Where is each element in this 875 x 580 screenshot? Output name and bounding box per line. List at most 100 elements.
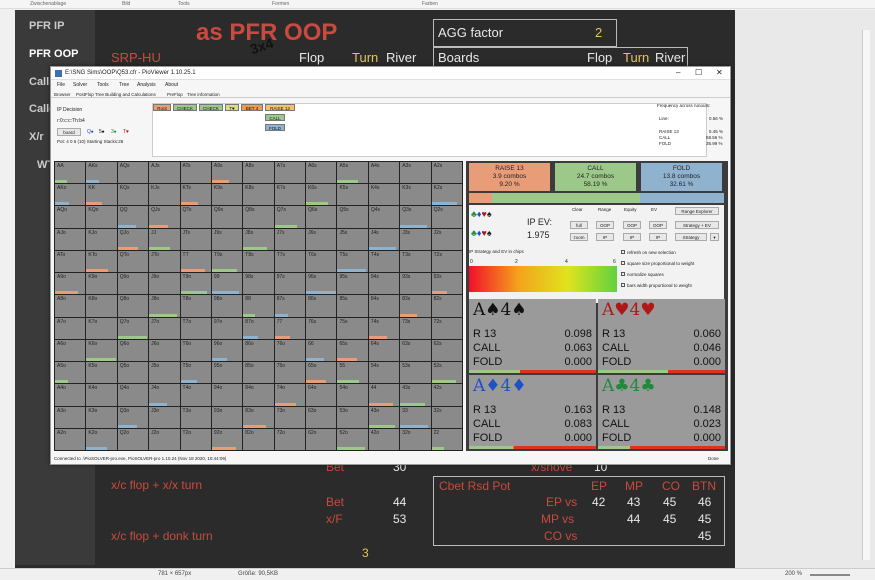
hand-cell[interactable]: T2o (180, 428, 211, 450)
hand-cell[interactable]: 74o (274, 384, 306, 406)
hand-cell[interactable]: K4o (86, 384, 117, 406)
hand-cell[interactable]: T7s (274, 250, 306, 273)
hand-cell[interactable]: 64s (368, 339, 400, 362)
hand-cell[interactable]: Q5s (337, 206, 368, 228)
hand-cell[interactable]: J2s (431, 228, 462, 250)
hand-cell[interactable]: 43o (368, 406, 400, 428)
ribbon-tools[interactable]: Tools (178, 1, 190, 7)
hand-cell[interactable]: ATs (180, 162, 211, 184)
tab-tree-info[interactable]: Tree information (187, 92, 220, 97)
hand-cell[interactable]: K6o (86, 339, 117, 362)
hand-cell[interactable]: 54o (337, 384, 368, 406)
hand-cell[interactable]: A6o (55, 339, 86, 362)
hand-cell[interactable]: A4s (368, 162, 400, 184)
hand-cell[interactable]: J3s (400, 228, 431, 250)
hand-cell[interactable]: Q2o (117, 428, 149, 450)
menu-tree[interactable]: Tree (119, 82, 129, 88)
hand-cell[interactable]: 63o (306, 406, 337, 428)
hand-cell[interactable]: 87o (243, 317, 274, 339)
hand-cell[interactable]: T5s (337, 250, 368, 273)
hand-cell[interactable]: JJ (149, 228, 180, 250)
hand-cell[interactable]: J2o (149, 428, 180, 450)
hand-cell[interactable]: A2s (431, 162, 462, 184)
equity-ip-button[interactable]: IP (623, 233, 641, 241)
hand-cell[interactable]: J6o (149, 339, 180, 362)
hand-cell[interactable]: K3s (400, 184, 431, 206)
hand-cell[interactable]: J7o (149, 317, 180, 339)
full-button[interactable]: full (570, 221, 588, 229)
tree-node-card[interactable]: T♥ (225, 104, 239, 111)
hand-cell[interactable]: 92s (431, 273, 462, 295)
hand-cell[interactable]: 22 (431, 428, 462, 450)
hand-cell[interactable]: 93s (400, 273, 431, 295)
hand-cell[interactable]: J5s (337, 228, 368, 250)
hand-cell[interactable]: 97o (211, 317, 243, 339)
hand-cell[interactable]: 62o (306, 428, 337, 450)
hand-cell[interactable]: J6s (306, 228, 337, 250)
hand-cell[interactable]: 85s (337, 295, 368, 317)
hand-cell[interactable]: Q4o (117, 384, 149, 406)
hand-cell[interactable]: 83s (400, 295, 431, 317)
hand-cell[interactable]: AQs (117, 162, 149, 184)
hand-cell[interactable]: K9s (211, 184, 243, 206)
zoom-slider[interactable] (810, 574, 850, 576)
hand-cell[interactable]: K3o (86, 406, 117, 428)
hand-cell[interactable]: QJs (149, 206, 180, 228)
hand-cell[interactable]: AKs (86, 162, 117, 184)
hand-cell[interactable]: 98s (243, 273, 274, 295)
hand-cell[interactable]: KJo (86, 228, 117, 250)
hand-cell[interactable]: QQ (117, 206, 149, 228)
tree-node-check[interactable]: CHECK (199, 104, 223, 111)
hand-cell[interactable]: Q3o (117, 406, 149, 428)
hand-cell[interactable]: K9o (86, 273, 117, 295)
tree-node-bet[interactable]: BET 4 (241, 104, 263, 111)
hand-cell[interactable]: 42s (431, 384, 462, 406)
hand-cell[interactable]: A4o (55, 384, 86, 406)
menu-tools[interactable]: Tools (97, 82, 109, 88)
hand-cell[interactable]: 76o (274, 339, 306, 362)
hand-cell[interactable]: 82o (243, 428, 274, 450)
hand-cell[interactable]: 84s (368, 295, 400, 317)
combo-clubs[interactable]: A♣4♣ R 13 0.148 CALL 0.023 FOLD 0.000 (598, 375, 725, 449)
equity-oop-button[interactable]: OOP (623, 221, 641, 229)
hand-cell[interactable]: 95s (337, 273, 368, 295)
hand-cell[interactable]: A5o (55, 362, 86, 384)
menu-solver[interactable]: Solver (73, 82, 87, 88)
hand-cell[interactable]: K5s (337, 184, 368, 206)
hand-cell[interactable]: AQo (55, 206, 86, 228)
minimize-icon[interactable]: – (676, 68, 680, 77)
hand-cell[interactable]: 63s (400, 339, 431, 362)
hand-cell[interactable]: Q2s (431, 206, 462, 228)
hand-cell[interactable]: 84o (243, 384, 274, 406)
hand-cell[interactable]: A9s (211, 162, 243, 184)
hand-cell[interactable]: J4s (368, 228, 400, 250)
hand-cell[interactable]: K7o (86, 317, 117, 339)
hand-cell[interactable]: 43s (400, 384, 431, 406)
board-button[interactable]: board (57, 128, 81, 136)
strategy-button[interactable]: Strategy (675, 233, 707, 241)
hand-cell[interactable]: 73s (400, 317, 431, 339)
hand-cell[interactable]: 93o (211, 406, 243, 428)
hand-cell[interactable]: 86s (306, 295, 337, 317)
tab-browser[interactable]: Browser (54, 92, 71, 97)
hand-cell[interactable]: 87s (274, 295, 306, 317)
combo-diamonds[interactable]: A♦4♦ R 13 0.163 CALL 0.083 FOLD 0.000 (469, 375, 596, 449)
tree-node-fold[interactable]: FOLD (265, 124, 285, 131)
close-icon[interactable]: ✕ (716, 68, 723, 77)
hand-cell[interactable]: J9o (149, 273, 180, 295)
ribbon-colors[interactable]: Farben (422, 1, 438, 7)
check-refresh[interactable]: refresh on new selection (621, 250, 676, 255)
range-explorer-button[interactable]: Range Explorer (675, 207, 719, 215)
hand-cell[interactable]: T7o (180, 317, 211, 339)
hand-cell[interactable]: 99 (211, 273, 243, 295)
hand-cell[interactable]: J8o (149, 295, 180, 317)
hand-cell[interactable]: ATo (55, 250, 86, 273)
hand-cell[interactable]: J9s (211, 228, 243, 250)
hand-cell[interactable]: JTs (180, 228, 211, 250)
hand-cell[interactable]: KTo (86, 250, 117, 273)
combo-spades[interactable]: A♠4♠ R 13 0.098 CALL 0.063 FOLD 0.000 (469, 299, 596, 373)
menu-analysis[interactable]: Analysis (137, 82, 156, 88)
hand-cell[interactable]: T4s (368, 250, 400, 273)
hand-cell[interactable]: AJo (55, 228, 86, 250)
hand-cell[interactable]: A3s (400, 162, 431, 184)
